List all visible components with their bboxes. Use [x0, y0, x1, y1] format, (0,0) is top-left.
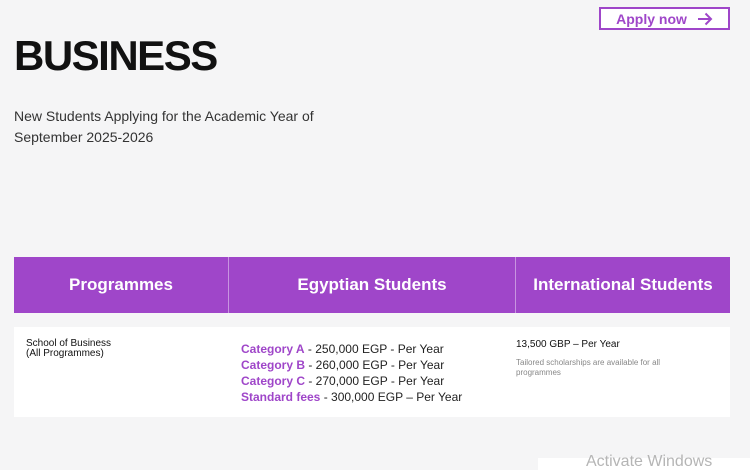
fee-value: - 260,000 EGP - Per Year: [305, 358, 445, 372]
scholarship-note: Tailored scholarships are available for …: [516, 358, 661, 377]
activate-windows-watermark: Activate Windows: [586, 453, 713, 470]
fee-value: - 300,000 EGP – Per Year: [320, 390, 463, 404]
international-fees-cell: 13,500 GBP – Per Year Tailored scholarsh…: [516, 327, 730, 417]
arrow-right-icon: [697, 12, 713, 25]
category-label: Standard fees: [241, 390, 321, 404]
apply-now-button[interactable]: Apply now: [599, 7, 730, 30]
fees-table-header: Programmes Egyptian Students Internation…: [14, 257, 730, 313]
programme-scope: (All Programmes): [26, 348, 104, 359]
fee-line-category-b: Category B - 260,000 EGP - Per Year: [241, 357, 516, 373]
fee-line-category-a: Category A - 250,000 EGP - Per Year: [241, 341, 516, 357]
fee-line-standard: Standard fees - 300,000 EGP – Per Year: [241, 389, 516, 405]
fee-value: - 250,000 EGP - Per Year: [304, 342, 444, 356]
fee-value: - 270,000 EGP - Per Year: [305, 374, 445, 388]
category-label: Category B: [241, 358, 306, 372]
category-label: Category A: [241, 342, 305, 356]
page-subtitle: New Students Applying for the Academic Y…: [14, 108, 314, 145]
international-price: 13,500 GBP – Per Year: [516, 339, 620, 350]
programme-cell: School of Business (All Programmes): [14, 327, 229, 417]
egyptian-fees-cell: Category A - 250,000 EGP - Per Year Cate…: [229, 327, 516, 417]
header-egyptian-students: Egyptian Students: [229, 257, 516, 313]
page-title: BUSINESS: [14, 32, 218, 79]
header-international-students: International Students: [533, 275, 713, 294]
header-programmes: Programmes: [14, 257, 229, 313]
apply-now-label: Apply now: [616, 10, 687, 27]
table-row: School of Business (All Programmes) Cate…: [14, 327, 730, 417]
category-label: Category C: [241, 374, 306, 388]
fee-line-category-c: Category C - 270,000 EGP - Per Year: [241, 373, 516, 389]
